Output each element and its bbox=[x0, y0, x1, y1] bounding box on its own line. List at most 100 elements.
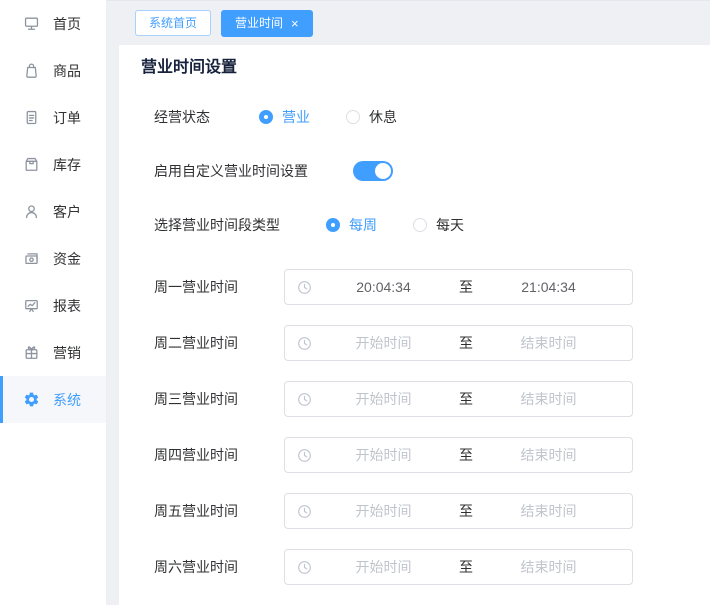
wednesday-time-range-picker[interactable]: 开始时间 至 结束时间 bbox=[284, 381, 633, 417]
operating-status-label: 经营状态 bbox=[154, 107, 259, 127]
tuesday-label: 周二营业时间 bbox=[154, 333, 284, 353]
gift-icon bbox=[23, 344, 40, 361]
sidebar-item-marketing[interactable]: 营销 bbox=[0, 329, 106, 376]
money-icon bbox=[23, 250, 40, 267]
sidebar-item-home[interactable]: 首页 bbox=[0, 0, 106, 47]
tab-system-home[interactable]: 系统首页 bbox=[135, 10, 211, 36]
radio-dot-icon bbox=[259, 110, 273, 124]
range-separator: 至 bbox=[455, 501, 477, 521]
sidebar-item-label: 商品 bbox=[53, 61, 81, 81]
shopping-bag-icon bbox=[23, 62, 40, 79]
range-separator: 至 bbox=[455, 557, 477, 577]
thursday-time-range-picker[interactable]: 开始时间 至 结束时间 bbox=[284, 437, 633, 473]
sidebar-item-label: 首页 bbox=[53, 14, 81, 34]
custom-hours-toggle-row: 启用自定义营业时间设置 bbox=[154, 161, 690, 181]
clock-icon bbox=[297, 560, 312, 575]
clock-icon bbox=[297, 504, 312, 519]
radio-dot-icon bbox=[413, 218, 427, 232]
sidebar-item-label: 库存 bbox=[53, 155, 81, 175]
sidebar-item-inventory[interactable]: 库存 bbox=[0, 141, 106, 188]
sidebar-item-orders[interactable]: 订单 bbox=[0, 94, 106, 141]
friday-label: 周五营业时间 bbox=[154, 501, 284, 521]
tab-label: 营业时间 bbox=[235, 17, 283, 29]
wednesday-business-hours-row: 周三营业时间 开始时间 至 结束时间 bbox=[154, 381, 690, 417]
saturday-time-range-picker[interactable]: 开始时间 至 结束时间 bbox=[284, 549, 633, 585]
tuesday-end-time-input[interactable]: 结束时间 bbox=[477, 333, 620, 353]
system-gear-icon bbox=[23, 391, 40, 408]
monday-start-time-input[interactable]: 20:04:34 bbox=[312, 279, 455, 295]
sidebar-item-label: 报表 bbox=[53, 296, 81, 316]
saturday-label: 周六营业时间 bbox=[154, 557, 284, 577]
clock-icon bbox=[297, 280, 312, 295]
sidebar-item-goods[interactable]: 商品 bbox=[0, 47, 106, 94]
close-icon[interactable]: × bbox=[291, 17, 299, 30]
friday-business-hours-row: 周五营业时间 开始时间 至 结束时间 bbox=[154, 493, 690, 529]
user-icon bbox=[23, 203, 40, 220]
sidebar-item-reports[interactable]: 报表 bbox=[0, 282, 106, 329]
sidebar-item-label: 客户 bbox=[53, 202, 81, 222]
sidebar-item-system[interactable]: 系统 bbox=[0, 376, 106, 423]
radio-weekly-label: 每周 bbox=[349, 215, 377, 235]
tab-business-hours[interactable]: 营业时间 × bbox=[221, 10, 313, 37]
page-title: 营业时间设置 bbox=[141, 57, 690, 79]
saturday-business-hours-row: 周六营业时间 开始时间 至 结束时间 bbox=[154, 549, 690, 585]
sidebar-item-label: 订单 bbox=[53, 108, 81, 128]
sidebar-item-funds[interactable]: 资金 bbox=[0, 235, 106, 282]
home-icon bbox=[23, 15, 40, 32]
radio-rest-label: 休息 bbox=[369, 107, 397, 127]
friday-end-time-input[interactable]: 结束时间 bbox=[477, 501, 620, 521]
clock-icon bbox=[297, 392, 312, 407]
operating-status-row: 经营状态 营业 休息 bbox=[154, 107, 690, 127]
radio-weekly[interactable]: 每周 bbox=[326, 215, 377, 235]
clock-icon bbox=[297, 336, 312, 351]
tuesday-time-range-picker[interactable]: 开始时间 至 结束时间 bbox=[284, 325, 633, 361]
tab-bar: 系统首页 营业时间 × bbox=[107, 1, 710, 45]
range-separator: 至 bbox=[455, 333, 477, 353]
wednesday-start-time-input[interactable]: 开始时间 bbox=[312, 389, 455, 409]
wednesday-end-time-input[interactable]: 结束时间 bbox=[477, 389, 620, 409]
thursday-label: 周四营业时间 bbox=[154, 445, 284, 465]
monday-business-hours-row: 周一营业时间 20:04:34 至 21:04:34 bbox=[154, 269, 690, 305]
radio-dot-icon bbox=[346, 110, 360, 124]
saturday-start-time-input[interactable]: 开始时间 bbox=[312, 557, 455, 577]
app-window: 首页 商品 订单 库存 客户 资金 报表 营销 bbox=[0, 0, 710, 605]
sidebar: 首页 商品 订单 库存 客户 资金 报表 营销 bbox=[0, 0, 107, 605]
order-document-icon bbox=[23, 109, 40, 126]
monday-end-time-input[interactable]: 21:04:34 bbox=[477, 279, 620, 295]
friday-time-range-picker[interactable]: 开始时间 至 结束时间 bbox=[284, 493, 633, 529]
radio-rest[interactable]: 休息 bbox=[346, 107, 397, 127]
sidebar-item-customers[interactable]: 客户 bbox=[0, 188, 106, 235]
tab-label: 系统首页 bbox=[149, 17, 197, 29]
monday-label: 周一营业时间 bbox=[154, 277, 284, 297]
friday-start-time-input[interactable]: 开始时间 bbox=[312, 501, 455, 521]
sidebar-item-label: 营销 bbox=[53, 343, 81, 363]
period-type-label: 选择营业时间段类型 bbox=[154, 215, 326, 235]
range-separator: 至 bbox=[455, 277, 477, 297]
tuesday-business-hours-row: 周二营业时间 开始时间 至 结束时间 bbox=[154, 325, 690, 361]
period-type-row: 选择营业时间段类型 每周 每天 bbox=[154, 215, 690, 235]
sidebar-item-label: 资金 bbox=[53, 249, 81, 269]
custom-hours-toggle-label: 启用自定义营业时间设置 bbox=[154, 161, 353, 181]
main-area: 系统首页 营业时间 × 营业时间设置 经营状态 营业 bbox=[107, 0, 710, 605]
wednesday-label: 周三营业时间 bbox=[154, 389, 284, 409]
monday-time-range-picker[interactable]: 20:04:34 至 21:04:34 bbox=[284, 269, 633, 305]
clock-icon bbox=[297, 448, 312, 463]
radio-daily-label: 每天 bbox=[436, 215, 464, 235]
radio-open[interactable]: 营业 bbox=[259, 107, 310, 127]
radio-daily[interactable]: 每天 bbox=[413, 215, 464, 235]
content-card: 营业时间设置 经营状态 营业 休息 启用自定义营业时间设置 bbox=[119, 45, 710, 605]
business-hours-form: 经营状态 营业 休息 启用自定义营业时间设置 bbox=[154, 107, 690, 585]
radio-open-label: 营业 bbox=[282, 107, 310, 127]
saturday-end-time-input[interactable]: 结束时间 bbox=[477, 557, 620, 577]
range-separator: 至 bbox=[455, 389, 477, 409]
thursday-start-time-input[interactable]: 开始时间 bbox=[312, 445, 455, 465]
report-chart-icon bbox=[23, 297, 40, 314]
tuesday-start-time-input[interactable]: 开始时间 bbox=[312, 333, 455, 353]
radio-dot-icon bbox=[326, 218, 340, 232]
custom-hours-toggle[interactable] bbox=[353, 161, 393, 181]
range-separator: 至 bbox=[455, 445, 477, 465]
package-box-icon bbox=[23, 156, 40, 173]
sidebar-item-label: 系统 bbox=[53, 390, 81, 410]
thursday-business-hours-row: 周四营业时间 开始时间 至 结束时间 bbox=[154, 437, 690, 473]
thursday-end-time-input[interactable]: 结束时间 bbox=[477, 445, 620, 465]
